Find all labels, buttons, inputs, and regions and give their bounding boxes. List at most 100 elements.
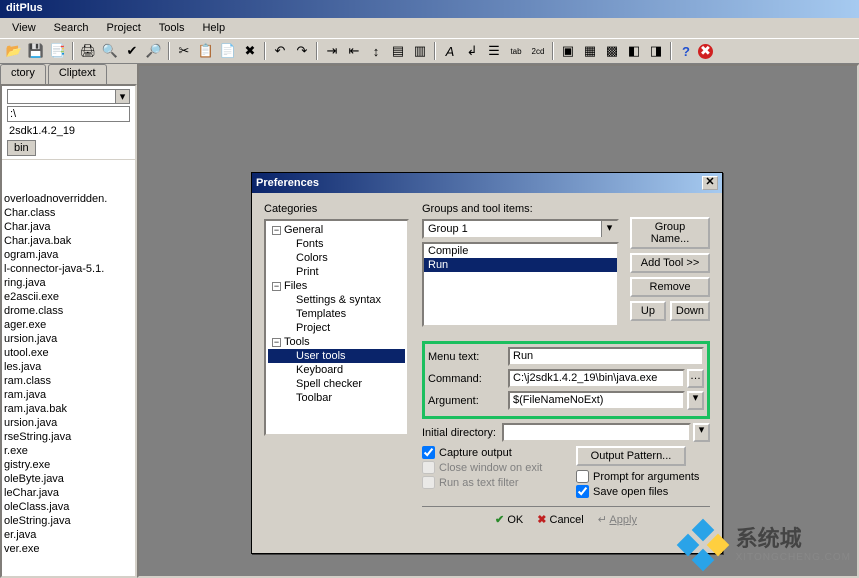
undo-icon[interactable]: ↶ <box>270 41 290 61</box>
menu-search[interactable]: Search <box>46 20 97 36</box>
file-item[interactable]: ursion.java <box>2 416 135 430</box>
menu-view[interactable]: View <box>4 20 44 36</box>
file-item[interactable]: ram.class <box>2 374 135 388</box>
tree-settings[interactable]: Settings & syntax <box>268 293 405 307</box>
file-item[interactable]: ager.exe <box>2 318 135 332</box>
file-item[interactable]: ogram.java <box>2 248 135 262</box>
file-item[interactable]: Char.class <box>2 206 135 220</box>
file-item[interactable]: leChar.java <box>2 486 135 500</box>
print-icon[interactable]: 🖨 <box>78 41 98 61</box>
win2-icon[interactable]: ▦ <box>580 41 600 61</box>
stop-icon[interactable]: ✖ <box>698 44 713 59</box>
ok-button[interactable]: ✔ OK <box>495 513 523 526</box>
save-icon[interactable]: 💾 <box>26 41 46 61</box>
open-icon[interactable]: 📂 <box>4 41 24 61</box>
file-item[interactable]: e2ascii.exe <box>2 290 135 304</box>
command-input[interactable]: C:\j2sdk1.4.2_19\bin\java.exe <box>508 369 685 388</box>
outdent-icon[interactable]: ⇤ <box>344 41 364 61</box>
find-icon[interactable]: 🔎 <box>144 41 164 61</box>
tree-user-tools[interactable]: User tools <box>268 349 405 363</box>
spell-icon[interactable]: ✔ <box>122 41 142 61</box>
menu-help[interactable]: Help <box>194 20 233 36</box>
file-item[interactable]: oleClass.java <box>2 500 135 514</box>
item-compile[interactable]: Compile <box>424 244 617 258</box>
tree-fonts[interactable]: Fonts <box>268 237 405 251</box>
cancel-button[interactable]: ✖ Cancel <box>537 513 584 526</box>
tree-tools[interactable]: Tools <box>284 336 310 348</box>
file-item[interactable]: Char.java <box>2 220 135 234</box>
tab2-icon[interactable]: 2cd <box>528 41 548 61</box>
col-icon[interactable]: ▤ <box>388 41 408 61</box>
list-icon[interactable]: ☰ <box>484 41 504 61</box>
prompt-args-check[interactable] <box>576 470 589 483</box>
bin-folder[interactable]: bin <box>7 140 36 156</box>
apply-button[interactable]: ↵ Apply <box>598 513 637 526</box>
wrap-icon[interactable]: ↲ <box>462 41 482 61</box>
redo-icon[interactable]: ↷ <box>292 41 312 61</box>
minus-icon[interactable]: − <box>272 282 281 291</box>
file-item[interactable]: r.exe <box>2 444 135 458</box>
chevron-down-icon[interactable]: ▾ <box>115 90 129 103</box>
minus-icon[interactable]: − <box>272 338 281 347</box>
paste-icon[interactable]: 📄 <box>218 41 238 61</box>
file-item[interactable]: ring.java <box>2 276 135 290</box>
copy-icon[interactable]: 📋 <box>196 41 216 61</box>
tree-project[interactable]: Project <box>268 321 405 335</box>
font-icon[interactable]: A <box>440 41 460 61</box>
close-icon[interactable]: ✕ <box>702 176 718 190</box>
up-button[interactable]: Up <box>630 301 666 321</box>
menu-text-input[interactable]: Run <box>508 347 704 366</box>
file-list[interactable]: overloadnoverridden.Char.classChar.javaC… <box>2 190 135 558</box>
tree-keyboard[interactable]: Keyboard <box>268 363 405 377</box>
tree-files[interactable]: Files <box>284 280 307 292</box>
save-files-check[interactable] <box>576 485 589 498</box>
initial-dir-menu-button[interactable]: ▾ <box>693 423 710 442</box>
tree-print[interactable]: Print <box>268 265 405 279</box>
down-button[interactable]: Down <box>670 301 710 321</box>
help-icon[interactable]: ? <box>676 41 696 61</box>
chevron-down-icon[interactable]: ▾ <box>601 221 617 237</box>
indent-icon[interactable]: ⇥ <box>322 41 342 61</box>
file-item[interactable]: drome.class <box>2 304 135 318</box>
tab-directory[interactable]: ctory <box>0 64 46 84</box>
preview-icon[interactable]: 🔍 <box>100 41 120 61</box>
file-item[interactable]: les.java <box>2 360 135 374</box>
win3-icon[interactable]: ▩ <box>602 41 622 61</box>
item-run[interactable]: Run <box>424 258 617 272</box>
drive-combo[interactable] <box>8 90 115 103</box>
tree-toolbar[interactable]: Toolbar <box>268 391 405 405</box>
initial-dir-input[interactable] <box>502 423 691 442</box>
remove-button[interactable]: Remove <box>630 277 710 297</box>
file-item[interactable]: utool.exe <box>2 346 135 360</box>
win5-icon[interactable]: ◨ <box>646 41 666 61</box>
menu-project[interactable]: Project <box>99 20 149 36</box>
file-item[interactable]: ver.exe <box>2 542 135 556</box>
output-pattern-button[interactable]: Output Pattern... <box>576 446 686 466</box>
tree-templates[interactable]: Templates <box>268 307 405 321</box>
file-item[interactable]: rseString.java <box>2 430 135 444</box>
col2-icon[interactable]: ▥ <box>410 41 430 61</box>
file-item[interactable]: gistry.exe <box>2 458 135 472</box>
tree-spell[interactable]: Spell checker <box>268 377 405 391</box>
cut-icon[interactable]: ✂ <box>174 41 194 61</box>
file-item[interactable]: ram.java <box>2 388 135 402</box>
capture-output-check[interactable] <box>422 446 435 459</box>
win1-icon[interactable]: ▣ <box>558 41 578 61</box>
group-combo[interactable]: Group 1 ▾ <box>422 219 619 239</box>
tab1-icon[interactable]: tab <box>506 41 526 61</box>
add-tool-button[interactable]: Add Tool >> <box>630 253 710 273</box>
folder-path[interactable]: 2sdk1.4.2_19 <box>5 124 132 138</box>
categories-tree[interactable]: −General Fonts Colors Print −Files Setti… <box>264 219 409 436</box>
group-name-button[interactable]: Group Name... <box>630 217 710 249</box>
minus-icon[interactable]: − <box>272 226 281 235</box>
file-item[interactable]: Char.java.bak <box>2 234 135 248</box>
file-item[interactable]: l-connector-java-5.1. <box>2 262 135 276</box>
tab-cliptext[interactable]: Cliptext <box>48 64 107 84</box>
sort-icon[interactable]: ↕ <box>366 41 386 61</box>
win4-icon[interactable]: ◧ <box>624 41 644 61</box>
save-all-icon[interactable]: 📑 <box>48 41 68 61</box>
file-item[interactable]: er.java <box>2 528 135 542</box>
menu-tools[interactable]: Tools <box>151 20 193 36</box>
argument-input[interactable]: $(FileNameNoExt) <box>508 391 685 410</box>
file-item[interactable]: oleByte.java <box>2 472 135 486</box>
